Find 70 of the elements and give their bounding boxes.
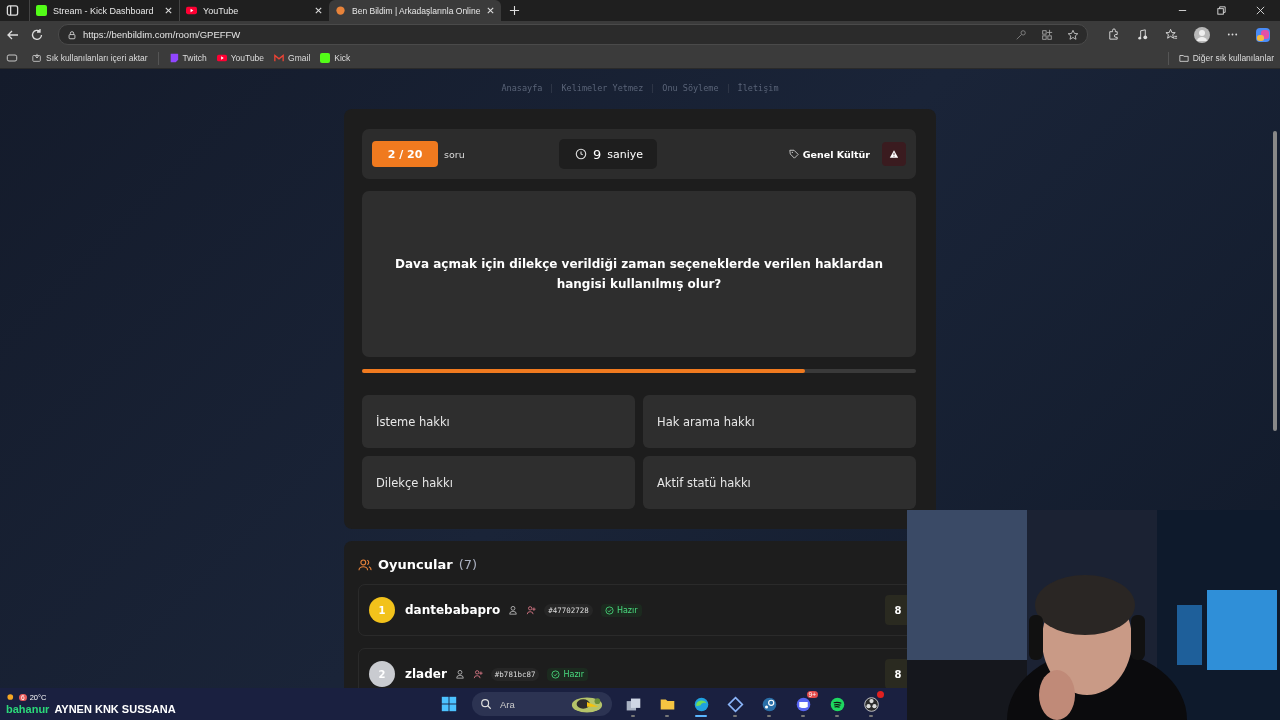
weather-icon (6, 692, 16, 702)
players-title: Oyuncular (378, 557, 453, 572)
mail-icon (274, 53, 285, 63)
timer-unit: saniye (607, 147, 644, 161)
swirl-icon (692, 695, 710, 713)
category-label: Genel Kültür (802, 148, 870, 160)
timer-value: 9 (593, 146, 602, 162)
favorites-icon[interactable] (1165, 28, 1178, 41)
media-icon[interactable] (1136, 28, 1149, 41)
answer-option[interactable]: Hak arama hakkı (643, 395, 916, 448)
chat-username: bahanur (6, 703, 50, 715)
star-icon[interactable] (1067, 28, 1079, 41)
bookmark[interactable]: Gmail (274, 53, 311, 63)
sidebar-icon[interactable] (6, 52, 18, 64)
question-counter: 2 / 20 (372, 141, 438, 167)
windows-icon[interactable] (440, 695, 458, 713)
user-icon (454, 669, 465, 679)
close-icon[interactable] (164, 6, 173, 15)
lock-icon[interactable] (67, 29, 77, 40)
check-icon (551, 669, 561, 679)
close-icon[interactable] (486, 6, 496, 15)
extensions-icon[interactable] (1107, 28, 1120, 41)
bookmark[interactable]: Kick (320, 53, 351, 63)
folder-icon (1178, 53, 1189, 63)
search-icon (480, 698, 492, 710)
bookmark[interactable]: Twitch (168, 53, 207, 63)
chat-message: AYNEN KNK SUSSANA (54, 703, 176, 715)
answer-option[interactable]: Dilekçe hakkı (362, 456, 635, 509)
clock-icon (575, 148, 587, 160)
key-icon[interactable] (1015, 28, 1027, 41)
user-icon (508, 605, 519, 615)
play-icon (186, 5, 197, 16)
answer-option[interactable]: İsteme hakkı (362, 395, 635, 448)
player-name: dantebabapro (405, 603, 501, 617)
status-text: Hazır (616, 605, 638, 615)
reload-icon[interactable] (30, 27, 44, 42)
player-name: zlader (405, 667, 447, 681)
chat-bubble-icon (168, 53, 179, 63)
profile-icon[interactable] (1194, 26, 1210, 43)
browser-tab[interactable]: Ben Bildim | Arkadaşlarınla Online (329, 0, 501, 21)
status-text: Hazır (563, 669, 585, 679)
tab-actions-icon[interactable] (6, 4, 19, 17)
diamond-icon (726, 695, 744, 713)
add-user-icon[interactable] (526, 605, 537, 615)
report-button[interactable] (882, 142, 906, 166)
bookmark[interactable]: YouTube (216, 53, 265, 63)
question-text: Dava açmak için dilekçe verildiği zaman seçeneklerde verilen haklardan hangisi kullanılmış olur? (394, 256, 884, 293)
tag-icon (788, 149, 799, 159)
close-icon[interactable] (314, 6, 323, 15)
search-field[interactable]: Ara (472, 692, 612, 716)
answer-option[interactable]: Aktif statü hakkı (643, 456, 916, 509)
new-tab-icon[interactable] (509, 5, 520, 16)
apps-icon[interactable] (1041, 28, 1053, 41)
counter-label: soru (444, 148, 466, 160)
users-icon (358, 558, 372, 571)
site-icon (335, 5, 346, 16)
address-field[interactable]: https://benbildim.com/room/GPEFFW (58, 24, 1088, 45)
import-icon (32, 53, 42, 63)
check-icon (604, 605, 614, 615)
rank-badge: 1 (369, 597, 395, 623)
copilot-icon[interactable] (1255, 26, 1271, 43)
add-user-icon[interactable] (472, 669, 483, 679)
bookmark[interactable]: Sık kullanılanları içeri aktar (32, 53, 148, 63)
bookmark-folder[interactable]: Diğer sık kullanılanlar (1178, 53, 1274, 63)
players-count: (7) (458, 557, 478, 572)
restore-icon[interactable] (1216, 5, 1227, 16)
play-icon (216, 53, 227, 63)
warning-icon (889, 149, 899, 159)
close-icon[interactable] (1255, 5, 1266, 16)
spotify-icon (828, 695, 846, 713)
